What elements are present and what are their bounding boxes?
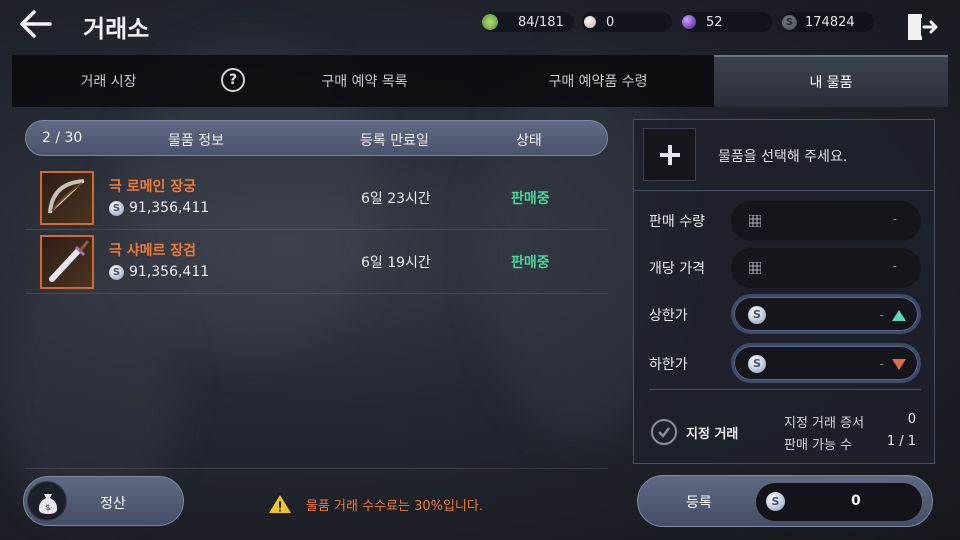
sellable-count-value: 1 / 1 (886, 434, 916, 449)
item-name: 극 샤메르 장검 (109, 243, 197, 259)
item-name: 극 로메인 장궁 (109, 179, 197, 195)
help-icon[interactable]: ? (221, 68, 245, 92)
silver-coin-icon: S (766, 492, 785, 511)
tab-market[interactable]: 거래 시장 ? (12, 55, 247, 107)
designated-trade-label: 지정 거래 (686, 427, 739, 442)
register-price-display: S 0 (756, 483, 922, 521)
upper-limit-value: - (879, 308, 884, 322)
down-triangle-icon[interactable] (892, 359, 906, 370)
resource-purple-orb: 52 (682, 12, 772, 32)
sale-quantity-value: - (892, 212, 897, 226)
page-title: 거래소 (83, 15, 150, 43)
column-status: 상태 (516, 133, 542, 149)
tab-my-items[interactable]: 내 물품 (714, 55, 948, 107)
panel-divider (634, 190, 934, 191)
settle-button[interactable]: $ 정산 (23, 476, 184, 526)
checkmark-icon[interactable] (651, 419, 677, 445)
sale-quantity-field[interactable]: - (731, 201, 921, 241)
sell-panel: 물품을 선택해 주세요. 판매 수량 - 개당 가격 - 상한가 S - 하한가… (633, 119, 935, 464)
designated-cert-value: 0 (907, 412, 916, 427)
list-divider (25, 468, 608, 469)
money-bag-icon: $ (27, 481, 67, 521)
tab-my-items-label: 내 물품 (809, 75, 853, 91)
up-triangle-icon[interactable] (892, 310, 906, 321)
item-price: S 91,356,411 (109, 200, 209, 216)
silver-coin-icon: S (748, 306, 766, 324)
tab-purchase-reservations[interactable]: 구매 예약 목록 (247, 55, 482, 107)
lower-limit-value: - (879, 357, 884, 371)
tab-bar: 거래 시장 ? 구매 예약 목록 구매 예약품 수령 내 물품 (12, 55, 948, 107)
green-gem-icon (482, 14, 498, 30)
resource-energy-value: 84/181 (518, 14, 564, 30)
resource-silver-value: 174824 (805, 14, 855, 30)
plus-icon (660, 145, 680, 165)
tab-reserved-receipt[interactable]: 구매 예약품 수령 (482, 55, 714, 107)
list-header: 2 / 30 물품 정보 등록 만료일 상태 (25, 120, 608, 156)
keypad-icon (749, 262, 761, 274)
fee-notice-text: 물품 거래 수수료는 30%입니다. (306, 498, 483, 514)
column-expiry: 등록 만료일 (360, 133, 429, 149)
resource-energy: 84/181 (482, 12, 574, 32)
fee-notice: 물품 거래 수수료는 30%입니다. (268, 494, 483, 514)
silver-coin-icon: S (109, 200, 124, 216)
silver-coin-icon: S (109, 264, 124, 280)
warning-icon (269, 495, 291, 513)
item-status: 판매중 (511, 191, 550, 207)
purple-orb-icon (682, 15, 696, 29)
resource-pearl: 0 (582, 12, 672, 32)
tab-market-label: 거래 시장 (80, 74, 137, 90)
item-count: 2 / 30 (42, 130, 83, 146)
item-price-value: 91,356,411 (129, 200, 210, 216)
longbow-icon (40, 171, 94, 225)
unit-price-field[interactable]: - (731, 248, 921, 288)
svg-text:$: $ (45, 503, 50, 512)
designated-cert-label: 지정 거래 증서 (784, 416, 865, 431)
tab-reserved-receipt-label: 구매 예약품 수령 (548, 74, 648, 90)
select-item-hint: 물품을 선택해 주세요. (718, 149, 848, 165)
top-bar: 거래소 84/181 0 52 S 174824 (0, 0, 960, 52)
item-expiry: 6일 19시간 (361, 255, 431, 271)
upper-limit-field[interactable]: S - (731, 294, 921, 334)
item-price-value: 91,356,411 (129, 264, 210, 280)
back-arrow-icon[interactable] (18, 8, 54, 40)
pearl-icon (584, 16, 596, 28)
silver-coin-icon: S (748, 355, 766, 373)
item-price: S 91,356,411 (109, 264, 209, 280)
tab-purchase-reservations-label: 구매 예약 목록 (321, 74, 408, 90)
keypad-icon (749, 215, 761, 227)
lower-limit-field[interactable]: S - (731, 343, 921, 383)
list-item[interactable]: 극 로메인 장궁 S 91,356,411 6일 23시간 판매중 (25, 166, 608, 230)
register-label: 등록 (686, 495, 712, 511)
resource-silver: S 174824 (782, 12, 874, 32)
column-item-info: 물품 정보 (168, 133, 224, 149)
list-item[interactable]: 극 샤메르 장검 S 91,356,411 6일 19시간 판매중 (25, 230, 608, 294)
resource-purple-value: 52 (706, 14, 723, 30)
resource-pearl-value: 0 (606, 14, 615, 30)
unit-price-label: 개당 가격 (649, 261, 705, 277)
upper-limit-label: 상한가 (649, 308, 688, 324)
exit-door-icon[interactable] (906, 12, 938, 42)
register-price-value: 0 (851, 493, 861, 509)
unit-price-value: - (892, 259, 897, 273)
item-status: 판매중 (511, 255, 550, 271)
add-item-slot[interactable] (643, 128, 696, 181)
settle-label: 정산 (100, 496, 126, 512)
sale-quantity-label: 판매 수량 (649, 214, 705, 230)
item-expiry: 6일 23시간 (361, 191, 431, 207)
sellable-count-label: 판매 가능 수 (784, 438, 853, 453)
lower-limit-label: 하한가 (649, 357, 688, 373)
panel-divider (649, 389, 921, 390)
longsword-icon (40, 235, 94, 289)
register-button[interactable]: 등록 S 0 (637, 475, 933, 527)
